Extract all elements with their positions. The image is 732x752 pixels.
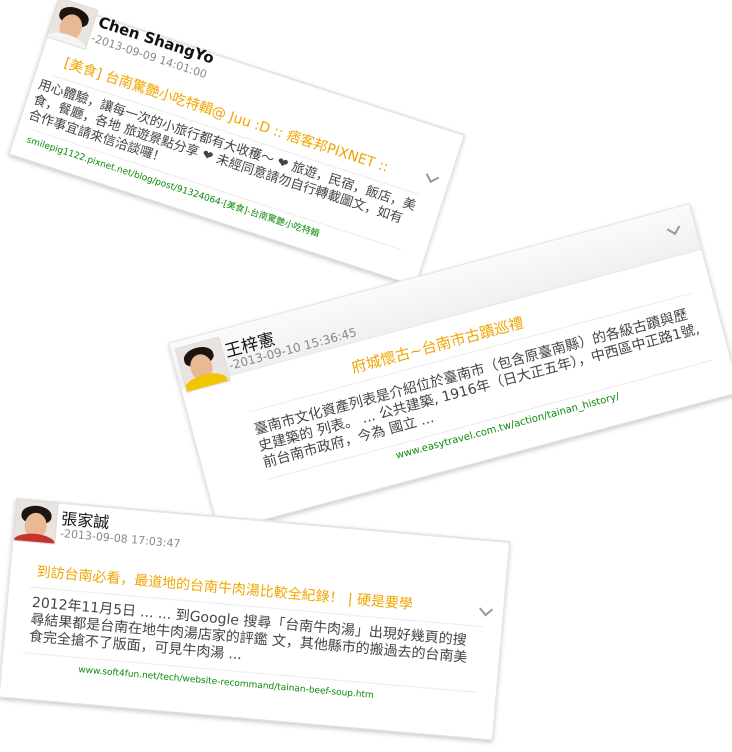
post-card-1: Chen ShangYo -2013-09-09 14:01:00 [美食] 台… <box>8 0 466 287</box>
chevron-down-icon[interactable] <box>479 602 494 617</box>
avatar <box>13 499 59 545</box>
avatar-shirt <box>13 531 57 545</box>
post-card-3: 張家誠 -2013-09-08 17:03:47 到訪台南必看，最道地的台南牛肉… <box>0 498 511 741</box>
post-card-2: 王梓憲 -2013-09-10 15:36:45 府城懷古~台南市古蹟巡禮 臺南… <box>168 203 732 533</box>
post-date: -2013-09-08 17:03:47 <box>59 527 181 551</box>
chevron-down-icon[interactable] <box>425 169 440 183</box>
